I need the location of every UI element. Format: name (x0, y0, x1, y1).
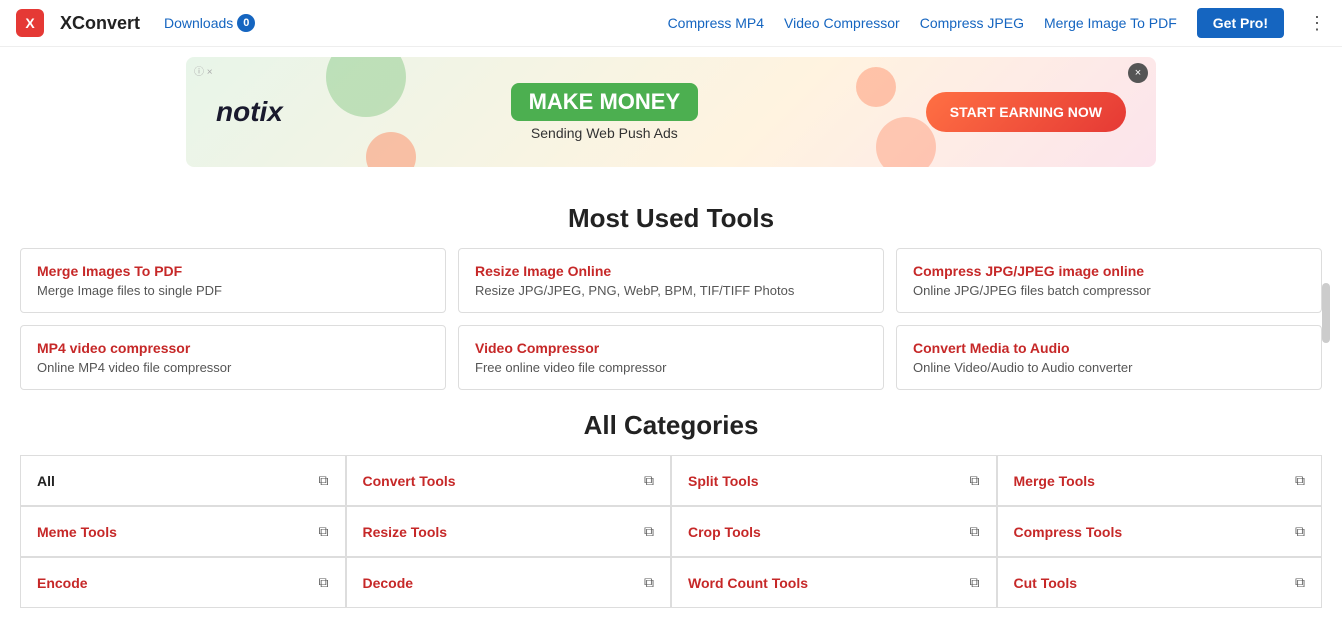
tool-title-merge-images: Merge Images To PDF (37, 263, 429, 279)
ad-headline: MAKE MONEY (511, 83, 699, 121)
ad-cta-button[interactable]: START EARNING NOW (926, 92, 1126, 132)
category-merge-label: Merge Tools (1014, 473, 1095, 489)
category-cut-tools[interactable]: Cut Tools ⧉ (997, 557, 1323, 608)
category-encode[interactable]: Encode ⧉ (20, 557, 346, 608)
category-word-count-icon: ⧉ (970, 574, 980, 591)
logo-icon: X (16, 9, 44, 37)
ad-banner[interactable]: ⓘ × × notix MAKE MONEY Sending Web Push … (186, 57, 1156, 167)
logo-name: XConvert (60, 13, 140, 34)
category-word-count[interactable]: Word Count Tools ⧉ (671, 557, 997, 608)
header-nav: Compress MP4 Video Compressor Compress J… (668, 8, 1326, 38)
tool-desc-resize-image: Resize JPG/JPEG, PNG, WebP, BPM, TIF/TIF… (475, 283, 867, 298)
ad-logo: notix (216, 96, 283, 128)
downloads-label: Downloads (164, 15, 233, 31)
category-convert-icon: ⧉ (644, 472, 654, 489)
most-used-tools-grid: Merge Images To PDF Merge Image files to… (20, 248, 1322, 390)
nav-video-compressor[interactable]: Video Compressor (784, 15, 900, 31)
tool-title-video-compressor: Video Compressor (475, 340, 867, 356)
category-crop-label: Crop Tools (688, 524, 761, 540)
category-cut-icon: ⧉ (1295, 574, 1305, 591)
tool-title-resize-image: Resize Image Online (475, 263, 867, 279)
tool-card-convert-audio[interactable]: Convert Media to Audio Online Video/Audi… (896, 325, 1322, 390)
category-decode[interactable]: Decode ⧉ (346, 557, 672, 608)
ad-banner-wrap: ⓘ × × notix MAKE MONEY Sending Web Push … (0, 47, 1342, 177)
nav-merge-image-to-pdf[interactable]: Merge Image To PDF (1044, 15, 1177, 31)
category-merge-tools[interactable]: Merge Tools ⧉ (997, 455, 1323, 506)
tool-card-mp4[interactable]: MP4 video compressor Online MP4 video fi… (20, 325, 446, 390)
all-categories-title: All Categories (20, 410, 1322, 441)
category-compress-tools[interactable]: Compress Tools ⧉ (997, 506, 1323, 557)
category-resize-label: Resize Tools (363, 524, 448, 540)
category-merge-icon: ⧉ (1295, 472, 1305, 489)
categories-grid: All ⧉ Convert Tools ⧉ Split Tools ⧉ Merg… (20, 455, 1322, 608)
category-crop-icon: ⧉ (970, 523, 980, 540)
category-decode-label: Decode (363, 575, 414, 591)
nav-compress-jpeg[interactable]: Compress JPEG (920, 15, 1024, 31)
main-content: Most Used Tools Merge Images To PDF Merg… (0, 177, 1342, 618)
tool-card-resize-image[interactable]: Resize Image Online Resize JPG/JPEG, PNG… (458, 248, 884, 313)
category-resize-icon: ⧉ (644, 523, 654, 540)
downloads-badge: 0 (237, 14, 255, 32)
tool-title-convert-audio: Convert Media to Audio (913, 340, 1305, 356)
tool-title-compress-jpg: Compress JPG/JPEG image online (913, 263, 1305, 279)
header: X XConvert Downloads 0 Compress MP4 Vide… (0, 0, 1342, 47)
get-pro-button[interactable]: Get Pro! (1197, 8, 1284, 38)
category-split-tools[interactable]: Split Tools ⧉ (671, 455, 997, 506)
tool-desc-video-compressor: Free online video file compressor (475, 360, 867, 375)
most-used-title: Most Used Tools (20, 203, 1322, 234)
nav-compress-mp4[interactable]: Compress MP4 (668, 15, 764, 31)
scrollbar[interactable] (1322, 283, 1330, 343)
category-encode-icon: ⧉ (319, 574, 329, 591)
category-split-icon: ⧉ (970, 472, 980, 489)
category-resize-tools[interactable]: Resize Tools ⧉ (346, 506, 672, 557)
tool-desc-merge-images: Merge Image files to single PDF (37, 283, 429, 298)
category-all[interactable]: All ⧉ (20, 455, 346, 506)
category-split-label: Split Tools (688, 473, 759, 489)
more-icon[interactable]: ⋮ (1308, 13, 1326, 34)
downloads-link[interactable]: Downloads 0 (164, 14, 255, 32)
category-compress-label: Compress Tools (1014, 524, 1123, 540)
category-decode-icon: ⧉ (644, 574, 654, 591)
category-convert-tools[interactable]: Convert Tools ⧉ (346, 455, 672, 506)
ad-brand: notix (216, 96, 283, 128)
tool-card-compress-jpg[interactable]: Compress JPG/JPEG image online Online JP… (896, 248, 1322, 313)
category-convert-label: Convert Tools (363, 473, 456, 489)
tool-card-video-compressor[interactable]: Video Compressor Free online video file … (458, 325, 884, 390)
category-cut-label: Cut Tools (1014, 575, 1078, 591)
category-meme-icon: ⧉ (319, 523, 329, 540)
category-compress-icon: ⧉ (1295, 523, 1305, 540)
tool-desc-compress-jpg: Online JPG/JPEG files batch compressor (913, 283, 1305, 298)
category-encode-label: Encode (37, 575, 88, 591)
category-crop-tools[interactable]: Crop Tools ⧉ (671, 506, 997, 557)
tool-desc-mp4: Online MP4 video file compressor (37, 360, 429, 375)
category-all-label: All (37, 473, 55, 489)
ad-center: MAKE MONEY Sending Web Push Ads (511, 83, 699, 141)
ad-subtext: Sending Web Push Ads (531, 125, 678, 141)
category-meme-tools[interactable]: Meme Tools ⧉ (20, 506, 346, 557)
category-all-icon: ⧉ (319, 472, 329, 489)
category-meme-label: Meme Tools (37, 524, 117, 540)
tool-desc-convert-audio: Online Video/Audio to Audio converter (913, 360, 1305, 375)
ad-info-label: ⓘ × (194, 63, 213, 78)
ad-close-button[interactable]: × (1128, 63, 1148, 83)
category-word-count-label: Word Count Tools (688, 575, 808, 591)
tool-title-mp4: MP4 video compressor (37, 340, 429, 356)
tool-card-merge-images[interactable]: Merge Images To PDF Merge Image files to… (20, 248, 446, 313)
